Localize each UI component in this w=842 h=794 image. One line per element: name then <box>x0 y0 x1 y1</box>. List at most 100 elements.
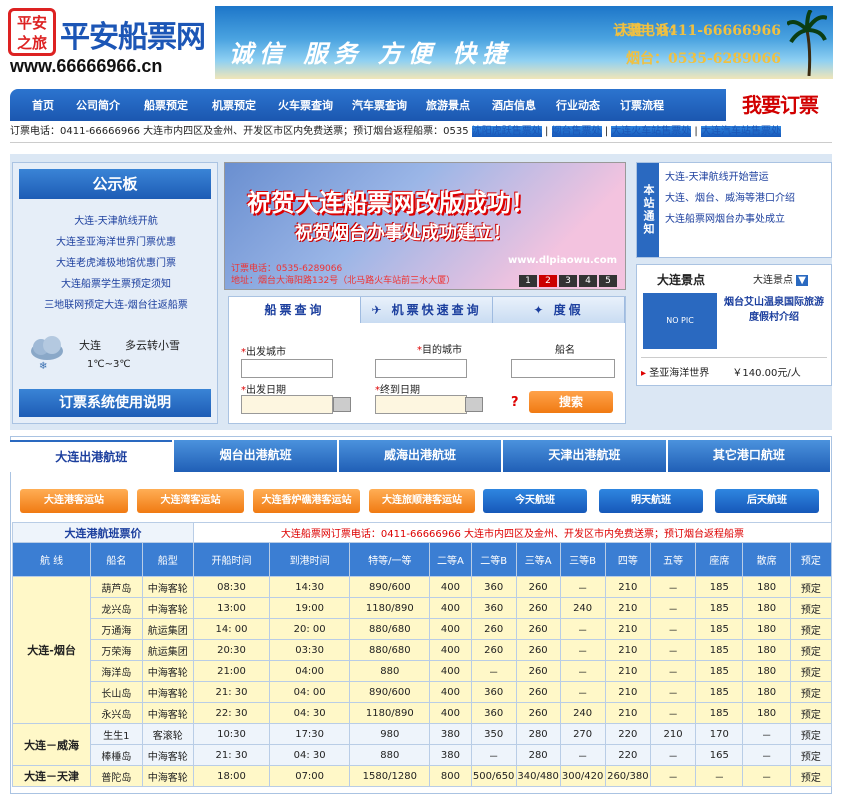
weather-city: 大连 <box>79 339 101 352</box>
tab-flight-search[interactable]: ✈ 机票快速查询 <box>361 297 493 323</box>
station-button[interactable]: 大连香炉礁港客运站 <box>253 489 360 513</box>
booking-guide-link[interactable]: 订票系统使用说明 <box>19 389 211 417</box>
col-header: 开船时间 <box>192 542 271 577</box>
from-city-input[interactable] <box>241 359 333 378</box>
table-row: 大连－威海 生生1 客滚轮 10:30 17:30 980 380 350 280 270 220 2… <box>11 723 833 766</box>
calendar-icon[interactable] <box>465 397 483 412</box>
svg-text:❄: ❄ <box>39 361 47 372</box>
book-link[interactable]: 预定 <box>789 723 833 745</box>
book-link[interactable]: 预定 <box>789 681 833 703</box>
table-caption-row: 大连港航班票价 大连船票网订票电话：0411-66666966 大连市内四区及金… <box>12 522 833 543</box>
col-header: 散席 <box>742 542 791 577</box>
table-cell: － <box>470 660 517 682</box>
tab-weihai-departures[interactable]: 威海出港航班 <box>338 440 502 472</box>
nav-about[interactable]: 公司简介 <box>76 97 144 113</box>
station-button[interactable]: 大连旅顺港客运站 <box>369 489 475 513</box>
promo-page-5[interactable]: 5 <box>599 275 617 287</box>
search-tabs: 船票查询 ✈ 机票快速查询 ✦ 度假 <box>229 297 625 323</box>
site-notice-item[interactable]: 大连-天津航线开始营运 <box>665 167 795 188</box>
promo-page-2[interactable]: 2 <box>539 275 557 287</box>
nav-train-tickets[interactable]: 火车票查询 <box>278 97 352 113</box>
help-icon[interactable]: ? <box>511 395 519 410</box>
notice-item[interactable]: 三地联网预定大连-烟台往返船票 <box>23 295 209 316</box>
arrive-date-input[interactable] <box>375 395 467 414</box>
tab-flight-label: 机票快速查询 <box>391 303 482 317</box>
depart-date-input[interactable] <box>241 395 333 414</box>
book-link[interactable]: 预定 <box>789 618 833 640</box>
table-cell: 220 <box>604 723 651 745</box>
site-notice-item[interactable]: 大连、烟台、威海等港口介绍 <box>665 188 795 209</box>
table-cell: 180 <box>742 660 791 682</box>
scenic-select[interactable]: 大连景点 ▼ <box>753 271 808 286</box>
notice-item[interactable]: 大连老虎滩极地馆优惠门票 <box>23 253 209 274</box>
nav-ship-tickets[interactable]: 船票预定 <box>144 97 212 113</box>
notice-item[interactable]: 大连-天津航线开航 <box>23 211 209 232</box>
to-city-input[interactable] <box>375 359 467 378</box>
tab-other-departures[interactable]: 其它港口航班 <box>667 440 831 472</box>
scenic-feature-link[interactable]: 烟台艾山温泉国际旅游度假村介绍 <box>721 293 827 323</box>
ticker-bar: 订票电话：0411-66666966 大连市内四区及金州、开发区市区内免费送票；… <box>10 122 832 143</box>
book-link[interactable]: 预定 <box>789 639 833 661</box>
nav-bus-tickets[interactable]: 汽车票查询 <box>352 97 426 113</box>
tomorrow-button[interactable]: 明天航班 <box>599 489 703 513</box>
table-cell: 210 <box>604 576 651 598</box>
table-cell: 客滚轮 <box>141 723 194 745</box>
ticker-link[interactable]: 烟台售票处 <box>551 126 602 137</box>
scenic-item[interactable]: ▸ 圣亚海洋世界 ￥140.00元/人 <box>641 357 827 379</box>
site-notice-item[interactable]: 大连船票网烟台办事处成立 <box>665 209 795 230</box>
notice-item[interactable]: 大连圣亚海洋世界门票优惠 <box>23 232 209 253</box>
ticker-link[interactable]: 沈阳虎跃售票处 <box>471 126 542 137</box>
book-link[interactable]: 预定 <box>789 765 833 787</box>
ticker-link[interactable]: 大连汽车站售票处 <box>700 126 781 137</box>
notice-item[interactable]: 大连船票学生票预定须知 <box>23 274 209 295</box>
station-button[interactable]: 大连港客运站 <box>20 489 128 513</box>
plane-icon: ✈ <box>371 303 392 317</box>
nav-home[interactable]: 首页 <box>32 97 76 113</box>
table-cell: 260 <box>470 618 517 640</box>
ship-name-input[interactable] <box>511 359 615 378</box>
ship-name-label: 船名 <box>555 345 575 356</box>
table-cell: － <box>649 618 697 640</box>
tab-yantai-departures[interactable]: 烟台出港航班 <box>174 440 337 472</box>
table-cell: 210 <box>649 723 697 745</box>
logo-seal: 平安之旅 <box>8 8 56 56</box>
nav-air-tickets[interactable]: 机票预定 <box>212 97 278 113</box>
book-link[interactable]: 预定 <box>789 660 833 682</box>
table-cell: 260/380 <box>604 765 651 787</box>
promo-page-4[interactable]: 4 <box>579 275 597 287</box>
nav-news[interactable]: 行业动态 <box>556 97 620 113</box>
nav-scenic[interactable]: 旅游景点 <box>426 97 492 113</box>
promo-banner[interactable]: 祝贺大连船票网改版成功！ 祝贺烟台办事处成功建立！ 订票电话：0535-6289… <box>224 162 626 290</box>
book-link[interactable]: 预定 <box>789 597 833 619</box>
price-title: 大连港航班票价 <box>12 522 194 543</box>
calendar-icon[interactable] <box>333 397 351 412</box>
table-cell: － <box>649 660 697 682</box>
ticker-link[interactable]: 大连火车站售票处 <box>611 126 692 137</box>
site-logo[interactable]: 平安之旅 平安船票网 www.66666966.cn <box>8 6 214 76</box>
table-cell: 400 <box>429 681 472 703</box>
station-button[interactable]: 大连湾客运站 <box>137 489 244 513</box>
tab-tianjin-departures[interactable]: 天津出港航班 <box>503 440 666 472</box>
book-link[interactable]: 预定 <box>789 744 833 766</box>
nav-hotels[interactable]: 酒店信息 <box>492 97 556 113</box>
table-cell: 260 <box>515 681 561 703</box>
table-row: 大连-烟台 葫芦岛 中海客轮 08:30 14:30 890/600 400 360 260 － 2… <box>11 576 833 724</box>
book-link[interactable]: 预定 <box>789 576 833 598</box>
tab-vacation[interactable]: ✦ 度假 <box>493 297 625 323</box>
tab-ship-search[interactable]: 船票查询 <box>229 297 361 323</box>
col-header: 座席 <box>695 542 744 577</box>
search-button[interactable]: 搜索 <box>529 391 613 413</box>
scenic-image[interactable]: NO PIC <box>643 293 717 349</box>
today-button[interactable]: 今天航班 <box>483 489 587 513</box>
book-link[interactable]: 预定 <box>789 702 833 724</box>
tab-dalian-departures[interactable]: 大连出港航班 <box>10 440 173 472</box>
table-cell: 400 <box>429 639 472 661</box>
promo-page-3[interactable]: 3 <box>559 275 577 287</box>
table-cell: 14:30 <box>269 576 351 598</box>
promo-page-1[interactable]: 1 <box>519 275 537 287</box>
nav-order-process[interactable]: 订票流程 <box>620 97 680 113</box>
col-header: 二等A <box>429 542 472 577</box>
order-now-button[interactable]: 我要订票 <box>726 88 834 122</box>
day-after-button[interactable]: 后天航班 <box>715 489 819 513</box>
table-cell: － <box>742 744 791 766</box>
